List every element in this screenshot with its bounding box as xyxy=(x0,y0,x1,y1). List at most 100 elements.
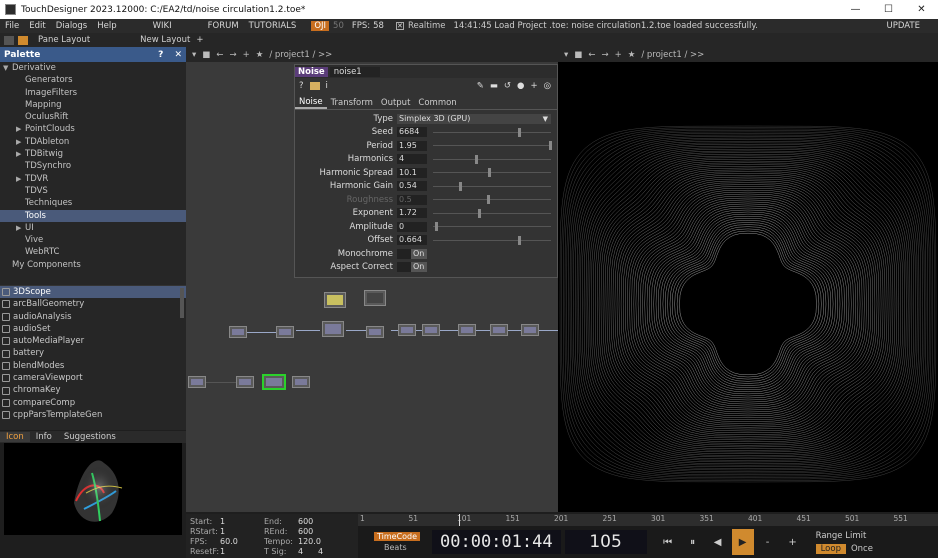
type-dropdown[interactable]: Simplex 3D (GPU) ▼ xyxy=(397,113,551,124)
palette-item[interactable]: TDVS xyxy=(0,185,186,197)
param-slider-track[interactable] xyxy=(433,145,551,146)
palette-item[interactable]: My Components xyxy=(0,259,186,271)
network-node[interactable] xyxy=(292,376,310,388)
edit-icon[interactable]: ✎ xyxy=(477,81,484,91)
palette-help-button[interactable]: ? xyxy=(158,50,163,60)
viewer-add-icon[interactable]: + xyxy=(615,50,622,60)
menu-file[interactable]: File xyxy=(0,21,24,31)
param-slider-track[interactable] xyxy=(433,172,551,173)
timeline-ruler[interactable]: 151101151201251301351401451501551600 xyxy=(358,514,938,526)
palette-item[interactable]: ▶ UI xyxy=(0,222,186,234)
network-add-icon[interactable]: + xyxy=(243,50,250,60)
param-slider-track[interactable] xyxy=(433,212,551,214)
palette-item[interactable]: ▶ TDAbleton xyxy=(0,136,186,148)
network-node[interactable] xyxy=(521,324,539,336)
forum-link[interactable]: FORUM xyxy=(203,21,244,31)
tab-output[interactable]: Output xyxy=(377,98,415,108)
param-slider-handle[interactable] xyxy=(477,208,481,218)
palette-item[interactable]: ▶ TDVR xyxy=(0,173,186,185)
pane-layout-label[interactable]: Pane Layout xyxy=(38,35,90,45)
component-item[interactable]: audioSet xyxy=(0,323,186,335)
network-node[interactable] xyxy=(490,324,508,336)
param-slider-handle[interactable] xyxy=(548,141,552,150)
new-layout-tab[interactable]: New Layout xyxy=(140,35,190,45)
network-node[interactable] xyxy=(229,326,247,338)
help-icon[interactable]: ? xyxy=(299,81,304,91)
target-icon[interactable]: ◎ xyxy=(544,81,551,91)
minimize-button[interactable]: — xyxy=(839,0,872,19)
tutorials-link[interactable]: TUTORIALS xyxy=(244,21,302,31)
tempo-value[interactable]: 120.0 xyxy=(298,537,321,547)
component-list-scrollbar[interactable] xyxy=(180,288,184,318)
close-button[interactable]: ✕ xyxy=(905,0,938,19)
palette-item[interactable]: ImageFilters xyxy=(0,87,186,99)
palette-item[interactable]: Vive xyxy=(0,234,186,246)
network-node[interactable] xyxy=(398,324,416,336)
timecode-display[interactable]: 00:00:01:44 xyxy=(432,530,561,554)
param-value-field[interactable]: 10.1 xyxy=(397,167,427,178)
step-back-icon[interactable]: ◀ xyxy=(707,529,729,555)
viewer-stop-icon[interactable]: ■ xyxy=(574,50,582,60)
network-back-icon[interactable]: ← xyxy=(216,50,223,60)
param-slider-handle[interactable] xyxy=(475,154,479,164)
timecode-toggle[interactable]: TimeCode xyxy=(374,532,421,541)
viewer-bookmark-icon[interactable]: ★ xyxy=(628,50,636,60)
component-item[interactable]: autoMediaPlayer xyxy=(0,335,186,347)
param-value-field[interactable]: 6684 xyxy=(397,127,427,138)
viewer-path[interactable]: / project1 / >> xyxy=(641,50,704,60)
maximize-button[interactable]: ☐ xyxy=(872,0,905,19)
pause-icon[interactable]: ⏸ xyxy=(682,529,704,555)
palette-item[interactable]: OculusRift xyxy=(0,111,186,123)
component-item[interactable]: arcBallGeometry xyxy=(0,298,186,310)
realtime-toggle[interactable]: ✕ Realtime xyxy=(395,21,446,31)
pane-layout-icon[interactable] xyxy=(18,35,28,45)
network-node[interactable] xyxy=(322,321,344,337)
param-slider-track[interactable] xyxy=(433,131,551,133)
network-node[interactable] xyxy=(324,292,346,308)
expand-right-icon[interactable]: ▶ xyxy=(16,148,21,160)
param-slider-handle[interactable] xyxy=(517,235,521,245)
palette-item[interactable]: ▶ PointClouds xyxy=(0,123,186,135)
param-value-field[interactable]: 1.72 xyxy=(397,208,427,219)
network-path[interactable]: / project1 / >> xyxy=(269,50,332,60)
param-slider-track[interactable] xyxy=(433,199,551,200)
param-slider-track[interactable] xyxy=(433,158,551,160)
param-slider-handle[interactable] xyxy=(458,181,462,191)
network-forward-icon[interactable]: → xyxy=(229,50,236,60)
op-name-field[interactable]: noise1 xyxy=(329,66,380,77)
component-item[interactable]: audioAnalysis xyxy=(0,311,186,323)
network-stop-icon[interactable]: ■ xyxy=(202,50,210,60)
step-plus-button[interactable]: + xyxy=(782,529,804,555)
rstart-value[interactable]: 1 xyxy=(220,527,264,537)
python-icon[interactable]: ● xyxy=(517,81,524,91)
param-slider-track[interactable] xyxy=(433,185,551,187)
loop-option[interactable]: Loop xyxy=(815,543,846,554)
palette-item[interactable]: ▶ TDBitwig xyxy=(0,148,186,160)
play-icon[interactable]: ▶ xyxy=(731,529,754,555)
viewer-menu-icon[interactable]: ▾ xyxy=(564,50,568,60)
param-slider-handle[interactable] xyxy=(488,168,492,177)
component-item[interactable]: 3DScope xyxy=(0,286,186,299)
palette-item[interactable]: TDSynchro xyxy=(0,160,186,172)
param-value-field[interactable]: 0.664 xyxy=(397,235,427,246)
palette-item[interactable]: Generators xyxy=(0,74,186,86)
end-value[interactable]: 600 xyxy=(298,517,313,527)
tab-common[interactable]: Common xyxy=(414,98,460,108)
component-item[interactable]: cppParsTemplateGen xyxy=(0,409,186,421)
palette-item[interactable]: Techniques xyxy=(0,197,186,209)
palette-close-button[interactable]: ✕ xyxy=(174,50,182,60)
param-value-field[interactable]: 0.54 xyxy=(397,181,427,192)
step-minus-button[interactable]: - xyxy=(757,529,779,555)
menu-help[interactable]: Help xyxy=(92,21,121,31)
component-item[interactable]: battery xyxy=(0,347,186,359)
menu-edit[interactable]: Edit xyxy=(24,21,50,31)
start-value[interactable]: 1 xyxy=(220,517,264,527)
component-item[interactable]: blendModes xyxy=(0,360,186,372)
viewer-back-icon[interactable]: ← xyxy=(588,50,595,60)
palette-item[interactable]: Mapping xyxy=(0,99,186,111)
wiki-link[interactable]: WIKI xyxy=(148,21,177,31)
aspect-correct-toggle[interactable]: On xyxy=(397,262,427,273)
tsig-denominator[interactable]: 4 xyxy=(318,547,323,557)
folder-icon[interactable] xyxy=(309,82,320,90)
component-item[interactable]: cameraViewport xyxy=(0,372,186,384)
